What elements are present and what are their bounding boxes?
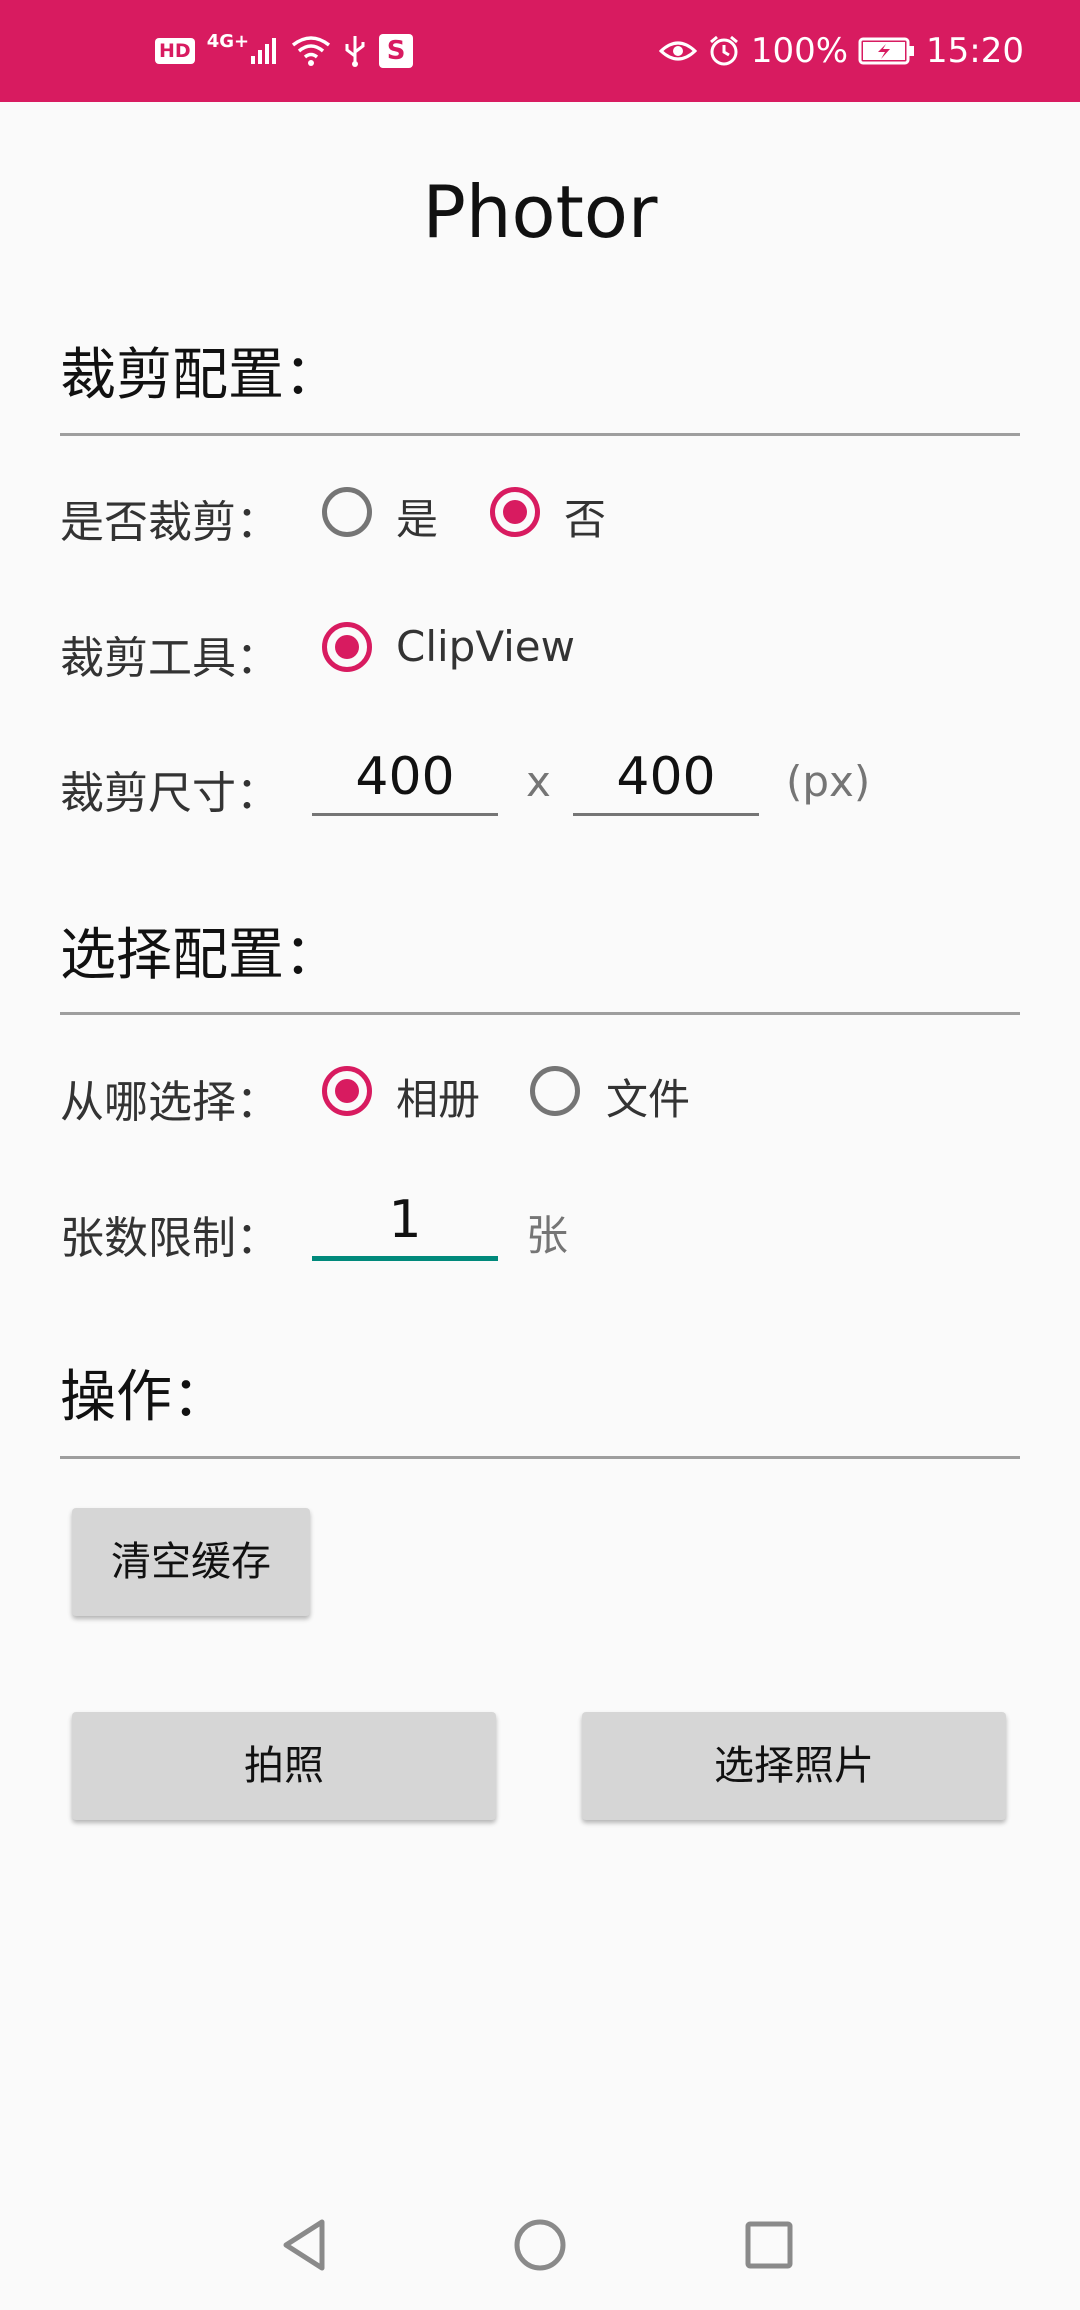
select-config-divider (60, 1012, 1020, 1015)
status-bar: HD 4G+ S 100% 15:20 (0, 0, 1080, 102)
page-title: Photor (422, 170, 658, 254)
crop-config-divider (60, 433, 1020, 436)
battery-charging-icon (858, 36, 916, 66)
navigation-bar (0, 2180, 1080, 2310)
clock-time: 15:20 (926, 31, 1024, 71)
network-type-label: 4G+ (206, 30, 250, 52)
alarm-icon (707, 34, 741, 68)
home-icon[interactable] (505, 2210, 575, 2280)
radio-crop-no[interactable] (490, 487, 540, 537)
crop-config-heading: 裁剪配置： (60, 343, 340, 408)
clear-cache-button[interactable]: 清空缓存 (72, 1508, 310, 1616)
count-limit-unit: 张 (526, 1211, 569, 1260)
wifi-icon (291, 35, 331, 67)
radio-source-file[interactable] (530, 1066, 580, 1116)
radio-source-album[interactable] (322, 1066, 372, 1116)
crop-width-input[interactable]: 400 (312, 741, 498, 816)
radio-clipview-label[interactable]: ClipView (396, 622, 575, 671)
recents-icon[interactable] (734, 2210, 804, 2280)
eye-comfort-icon (658, 37, 697, 65)
count-limit-label: 张数限制： (60, 1213, 280, 1264)
select-config-heading: 选择配置： (60, 923, 340, 988)
app-notification-icon: S (379, 34, 414, 68)
radio-clipview[interactable] (322, 622, 372, 672)
battery-percent: 100% (750, 31, 849, 71)
hd-icon: HD (155, 38, 195, 64)
radio-crop-no-label[interactable]: 否 (564, 486, 606, 547)
radio-crop-yes-label[interactable]: 是 (396, 486, 438, 547)
select-source-label: 从哪选择： (60, 1077, 280, 1128)
enable-crop-label: 是否裁剪： (60, 497, 280, 548)
count-limit-input[interactable]: 1 (312, 1184, 498, 1261)
status-left-icons: HD 4G+ S (155, 0, 414, 102)
radio-source-file-label[interactable]: 文件 (606, 1066, 690, 1127)
back-icon[interactable] (272, 2210, 342, 2280)
choose-photo-button[interactable]: 选择照片 (582, 1712, 1006, 1820)
radio-crop-yes[interactable] (322, 487, 372, 537)
take-photo-button[interactable]: 拍照 (72, 1712, 496, 1820)
status-right-icons: 100% 15:20 (658, 0, 1024, 102)
crop-height-input[interactable]: 400 (573, 741, 759, 816)
crop-tool-label: 裁剪工具： (60, 633, 280, 684)
actions-heading: 操作： (60, 1365, 228, 1430)
crop-size-unit: (px) (786, 757, 871, 806)
actions-divider (60, 1456, 1020, 1459)
radio-source-album-label[interactable]: 相册 (396, 1066, 480, 1127)
usb-icon (343, 34, 367, 68)
crop-size-separator: x (526, 757, 551, 806)
crop-size-label: 裁剪尺寸： (60, 768, 280, 819)
signal-4g-icon: 4G+ (207, 31, 279, 66)
